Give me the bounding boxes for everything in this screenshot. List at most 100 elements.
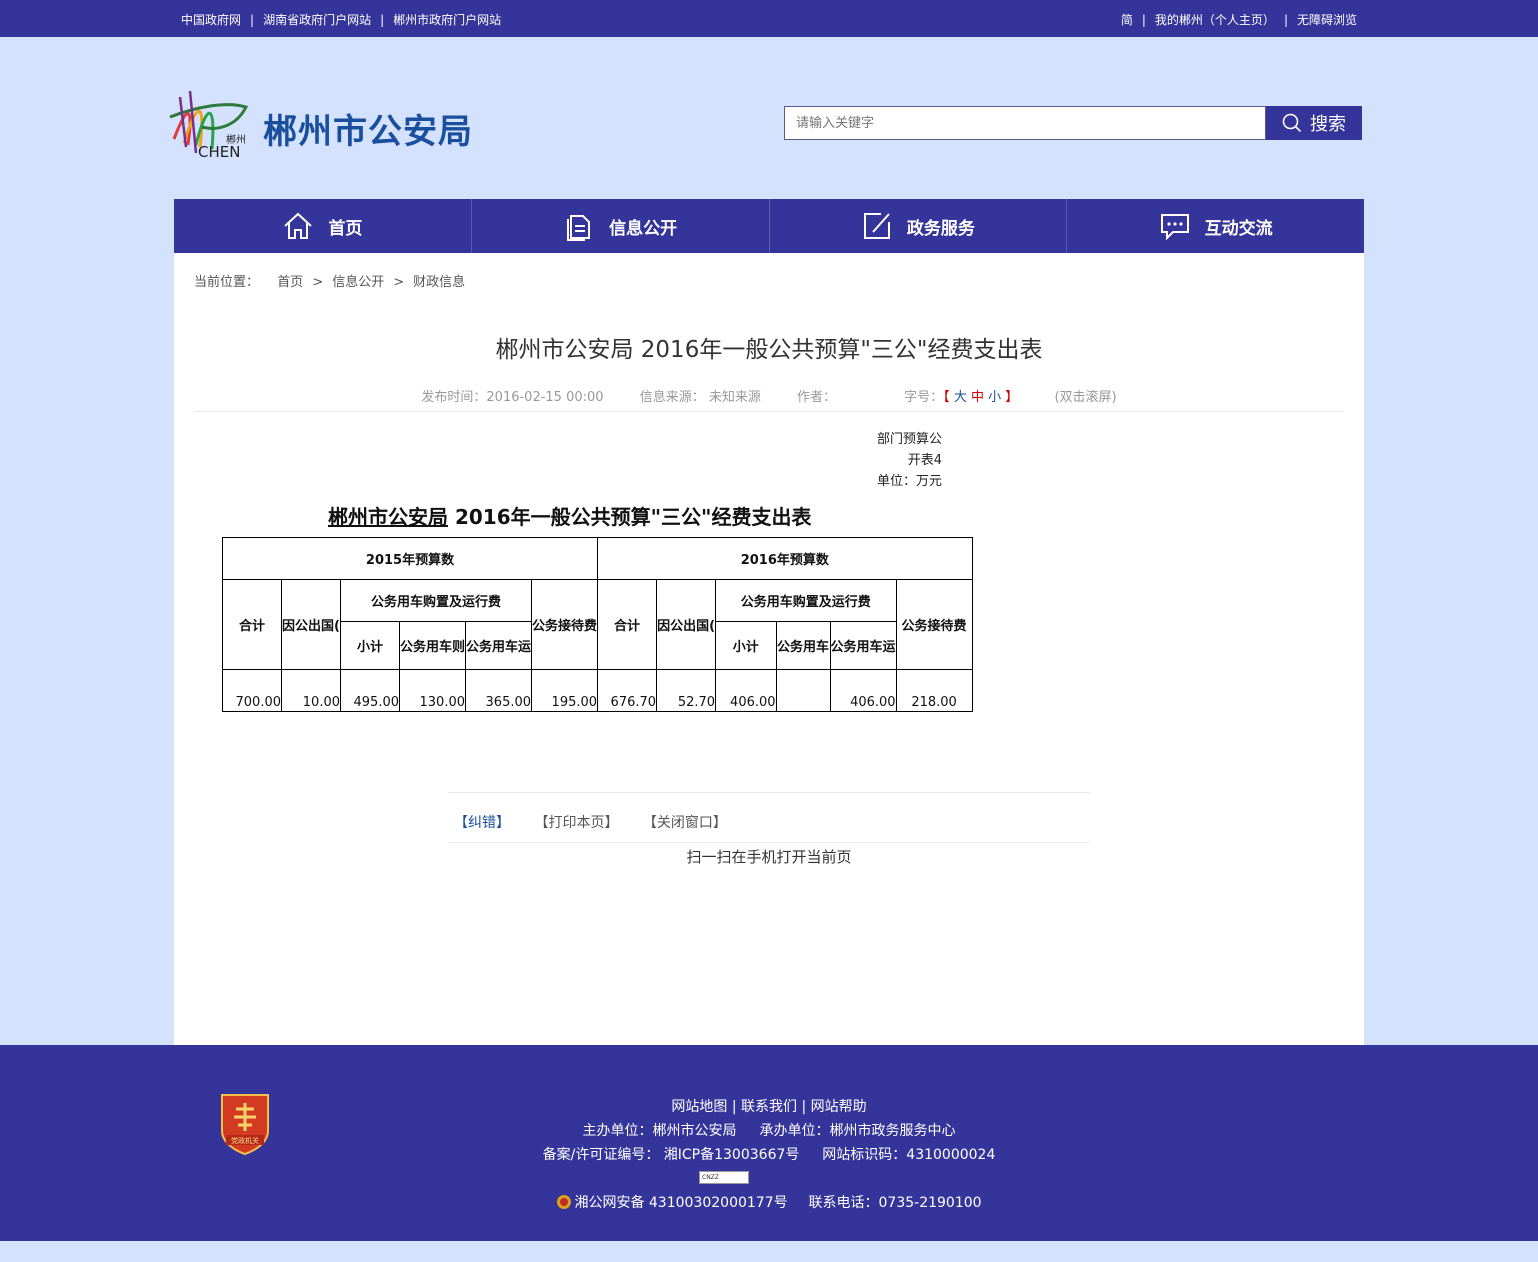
nav-item-gov-service[interactable]: 政务服务 (770, 199, 1068, 253)
search-button[interactable]: 搜索 (1266, 106, 1362, 140)
header-subtotal-2015: 小计 (340, 621, 400, 670)
correction-link[interactable]: 【纠错】 (454, 815, 510, 831)
police-emblem-icon (557, 1195, 572, 1209)
search-button-label: 搜索 (1310, 114, 1346, 135)
cell-2015-reception: 195.00 (531, 669, 599, 712)
budget-table: 2015年预算数 2016年预算数 合计 因公出国( 公务用车购置及运行费 公务… (221, 537, 973, 712)
breadcrumb-separator: > (312, 275, 324, 290)
footer-phone: 联系电话：0735-2190100 (808, 1195, 982, 1211)
footer-icp[interactable]: 备案/许可证编号： 湘ICP备13003667号 (543, 1147, 800, 1163)
edit-icon (863, 213, 890, 239)
nav-item-home[interactable]: 首页 (174, 199, 472, 253)
footer-sponsor: 主办单位：郴州市公安局 (582, 1123, 737, 1139)
cell-2016-vehicle-buy (775, 669, 831, 712)
logo-latin-text: CHEN (198, 143, 240, 159)
link-simplified[interactable]: 简 (1121, 13, 1133, 27)
table-row: 700.00 10.00 495.00 130.00 365.00 195.00… (222, 669, 973, 712)
cell-2015-total: 700.00 (222, 669, 282, 712)
search-icon (1282, 113, 1302, 133)
font-size-mid[interactable]: 中 (971, 390, 984, 405)
content-panel: 当前位置： 首页 > 信息公开 > 财政信息 郴州市公安局 2016年一般公共预算"三公… (174, 253, 1364, 1045)
article-meta: 发布时间：2016-02-15 00:00 信息来源： 未知来源 作者： 字号：… (174, 386, 1364, 405)
cell-2016-total: 676.70 (597, 669, 658, 712)
author: 作者： (796, 390, 836, 405)
print-link[interactable]: 【打印本页】 (534, 815, 618, 831)
home-icon (284, 212, 313, 239)
header-abroad-2016: 因公出国( (656, 579, 717, 670)
bracket-open: 【 (943, 390, 950, 405)
main-nav: 首页 信息公开 政务服务 互动交流 (174, 199, 1364, 253)
header-vehicle-run-2016: 公务用车运 (829, 621, 897, 670)
top-bar: 中国政府网 | 湖南省政府门户网站 | 郴州市政府门户网站 简 | 我的郴州（个人主页） | 无… (0, 0, 1538, 37)
nav-item-info-public[interactable]: 信息公开 (472, 199, 770, 253)
cell-2015-vehicle-buy: 130.00 (398, 669, 467, 712)
cell-2016-reception: 218.00 (895, 669, 973, 712)
breadcrumb: 当前位置： 首页 > 信息公开 > 财政信息 (194, 271, 465, 290)
font-size-big[interactable]: 大 (954, 390, 967, 405)
search-input[interactable] (785, 107, 1265, 139)
breadcrumb-prefix: 当前位置： (194, 275, 260, 290)
table-title-org: 郴州市公安局 (328, 505, 448, 529)
close-window-link[interactable]: 【关闭窗口】 (643, 815, 727, 831)
header-vehicle-buy-2016: 公务用车 (775, 621, 831, 670)
nav-item-label: 政务服务 (906, 218, 975, 239)
footer-link-help[interactable]: 网站帮助 (811, 1099, 867, 1115)
font-size-small[interactable]: 小 (988, 390, 1001, 405)
cell-2015-subtotal: 495.00 (340, 669, 400, 712)
table-title: 郴州市公安局 2016年一般公共预算"三公"经费支出表 (328, 501, 811, 530)
dblclick-scroll[interactable]: (双击滚屏) (1054, 390, 1116, 405)
chat-icon (1160, 214, 1189, 241)
cell-2015-abroad: 10.00 (281, 669, 341, 712)
link-chenzhou-gov[interactable]: 郴州市政府门户网站 (393, 13, 501, 27)
link-china-gov[interactable]: 中国政府网 (181, 13, 241, 27)
budget-note: 部门预算公 开表4 (844, 429, 942, 471)
search-box (784, 106, 1266, 140)
bracket-close: 】 (1005, 390, 1019, 405)
header-total-2016: 合计 (597, 579, 658, 670)
header-reception-2015: 公务接待费 (531, 579, 599, 670)
chenzhou-logo-icon[interactable]: 郴州 CHEN (166, 87, 250, 159)
breadcrumb-separator: > (393, 275, 405, 290)
footer-link-sitemap[interactable]: 网站地图 (671, 1099, 727, 1115)
link-my-chenzhou[interactable]: 我的郴州（个人主页） (1155, 13, 1275, 27)
footer-icp-line: 备案/许可证编号： 湘ICP备13003667号 网站标识码：431000002… (0, 1144, 1538, 1164)
breadcrumb-item-finance[interactable]: 财政信息 (413, 275, 465, 290)
footer-link-contact[interactable]: 联系我们 (741, 1099, 797, 1115)
header-2016: 2016年预算数 (597, 537, 973, 580)
cnzz-stat-badge[interactable]: CNZZ (699, 1171, 749, 1184)
cell-2016-vehicle-run: 406.00 (829, 669, 897, 712)
table-title-rest: 2016年一般公共预算"三公"经费支出表 (448, 505, 812, 529)
link-hunan-gov[interactable]: 湖南省政府门户网站 (263, 13, 371, 27)
site-footer: 党政机关 网站地图 | 联系我们 | 网站帮助 主办单位：郴州市公安局 承办单位… (0, 1045, 1538, 1241)
header-vehicle-buy-2015: 公务用车则 (398, 621, 467, 670)
nav-item-label: 首页 (328, 218, 363, 239)
footer-police-record[interactable]: 湘公网安备 43100302000177号 (574, 1195, 787, 1211)
document-icon (567, 215, 591, 241)
cell-2015-vehicle-run: 365.00 (465, 669, 533, 712)
header-reception-2016: 公务接待费 (895, 579, 973, 670)
site-header: 郴州 CHEN 郴州市公安局 搜索 (0, 37, 1538, 199)
actions-divider-bottom (448, 842, 1090, 843)
nav-item-interaction[interactable]: 互动交流 (1067, 199, 1364, 253)
breadcrumb-item-info-public[interactable]: 信息公开 (332, 275, 384, 290)
header-vehicle-2016: 公务用车购置及运行费 (715, 579, 897, 622)
qr-scan-text: 扫一扫在手机打开当前页 (686, 848, 852, 866)
header-subtotal-2016: 小计 (715, 621, 777, 670)
header-vehicle-2015: 公务用车购置及运行费 (339, 579, 533, 622)
footer-police-line: 湘公网安备 43100302000177号 联系电话：0735-2190100 (0, 1192, 1538, 1212)
article-title: 郴州市公安局 2016年一般公共预算"三公"经费支出表 (495, 337, 1043, 363)
top-links-right: 简 | 我的郴州（个人主页） | 无障碍浏览 (1120, 13, 1357, 27)
breadcrumb-item-home[interactable]: 首页 (277, 275, 303, 290)
budget-note-line2: 开表4 (907, 453, 942, 468)
footer-organizer: 承办单位：郴州市政务服务中心 (759, 1123, 956, 1139)
cell-2016-subtotal: 406.00 (715, 669, 777, 712)
header-abroad-2015: 因公出国( (281, 579, 341, 670)
header-2015: 2015年预算数 (221, 537, 599, 580)
header-vehicle-run-2015: 公务用车运 (465, 621, 533, 670)
cell-2016-abroad: 52.70 (656, 669, 717, 712)
footer-links: 网站地图 | 联系我们 | 网站帮助 (671, 1099, 867, 1115)
link-accessibility[interactable]: 无障碍浏览 (1297, 13, 1357, 27)
header-total-2015: 合计 (222, 579, 282, 670)
site-name: 郴州市公安局 (263, 112, 473, 152)
nav-item-label: 信息公开 (609, 218, 678, 239)
